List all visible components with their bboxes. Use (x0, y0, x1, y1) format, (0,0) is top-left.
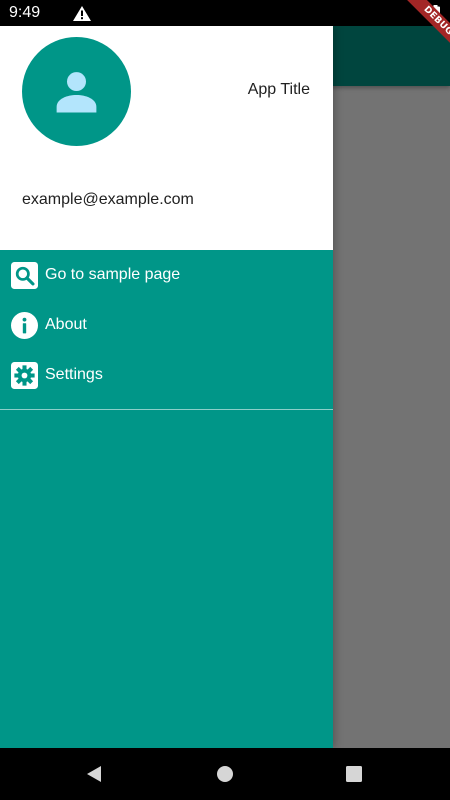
drawer-item-about[interactable]: About (0, 300, 333, 350)
drawer-item-label: Settings (45, 366, 103, 383)
drawer-item-settings[interactable]: Settings (0, 350, 333, 400)
drawer-menu: Go to sample page About Settings (0, 250, 333, 400)
home-icon[interactable] (216, 765, 234, 783)
settings-icon (11, 362, 38, 389)
info-icon (11, 312, 38, 339)
drawer-divider (0, 409, 333, 410)
status-bar: 9:49 (0, 0, 450, 26)
navigation-drawer: App Title example@example.com Go to samp… (0, 26, 333, 748)
person-icon (56, 72, 97, 113)
status-time: 9:49 (9, 4, 41, 21)
account-email: example@example.com (22, 191, 194, 208)
recents-icon[interactable] (345, 765, 363, 783)
drawer-item-label: About (45, 316, 87, 333)
drawer-item-label: Go to sample page (45, 266, 181, 283)
account-avatar[interactable] (22, 37, 131, 146)
search-icon (11, 262, 38, 289)
drawer-item-sample-page[interactable]: Go to sample page (0, 250, 333, 300)
drawer-header: App Title example@example.com (0, 26, 333, 250)
account-name: App Title (247, 81, 310, 98)
phone-screen: 9:49 App Title example@example.com Go to… (0, 0, 450, 800)
warning-icon (73, 6, 91, 21)
navigation-bar (0, 748, 450, 800)
back-icon[interactable] (86, 765, 104, 783)
